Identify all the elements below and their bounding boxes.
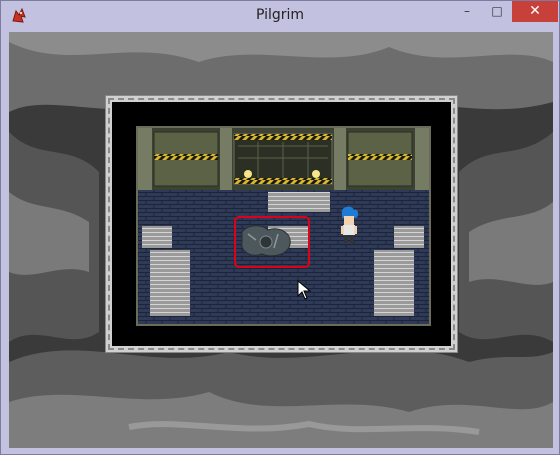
industrial-room xyxy=(136,126,431,326)
game-viewport[interactable] xyxy=(9,32,553,448)
maximize-button[interactable]: □ xyxy=(482,1,512,22)
close-button[interactable]: ✕ xyxy=(512,1,558,22)
minimize-button[interactable]: – xyxy=(452,1,482,22)
room-tiles xyxy=(138,128,429,324)
map-frame xyxy=(105,95,458,353)
mouse-cursor-icon xyxy=(297,280,311,300)
map-area xyxy=(112,102,451,346)
game-window: Pilgrim – □ ✕ xyxy=(0,0,560,455)
title-bar[interactable]: Pilgrim – □ ✕ xyxy=(1,1,559,32)
